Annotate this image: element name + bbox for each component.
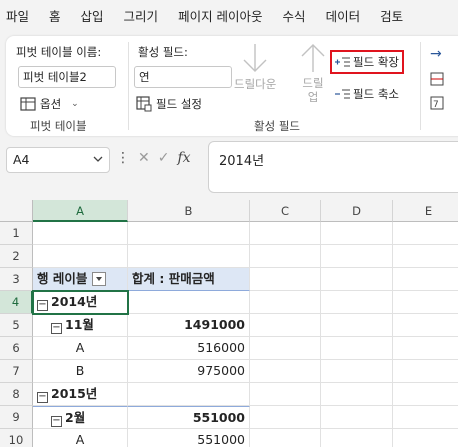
cell[interactable] xyxy=(128,222,250,245)
formula-controls: ⋮ ✕ ✓ fx xyxy=(116,150,191,166)
row-header-4[interactable]: 4 xyxy=(0,291,33,314)
group-separator xyxy=(128,42,129,130)
drill-up-label: 드릴 업 xyxy=(302,76,324,104)
column-header-b[interactable]: B xyxy=(128,200,250,222)
pivot-year-label: 2014년 xyxy=(51,294,98,309)
cell[interactable] xyxy=(33,245,128,268)
collapse-field-icon xyxy=(335,89,350,99)
pivot-value-cell[interactable]: 516000 xyxy=(128,337,250,360)
pivot-row-label-text: 행 레이블 xyxy=(37,271,88,286)
pivot-value-cell[interactable] xyxy=(128,291,250,314)
pivot-value-cell[interactable]: 551000 xyxy=(128,406,250,429)
tab-data[interactable]: 데이터 xyxy=(316,0,371,34)
pivot-row-label-header[interactable]: 행 레이블 xyxy=(33,268,128,291)
row-header-6[interactable]: 6 xyxy=(0,337,33,360)
tab-review[interactable]: 검토 xyxy=(370,0,413,34)
function-icon[interactable]: fx xyxy=(177,150,190,166)
collapse-icon[interactable]: − xyxy=(51,416,62,427)
field-settings-button[interactable]: 필드 설정 xyxy=(136,96,202,112)
cell[interactable] xyxy=(33,222,128,245)
field-settings-icon xyxy=(136,96,152,112)
pivot-month-label: 2월 xyxy=(65,410,86,425)
expand-field-icon xyxy=(335,57,350,67)
select-all-corner[interactable] xyxy=(0,200,33,222)
arrow-down-icon xyxy=(243,44,267,72)
options-button[interactable]: 옵션 ⌄ xyxy=(20,96,79,112)
group-separator xyxy=(420,42,421,130)
row-header-8[interactable]: 8 xyxy=(0,383,33,406)
group-label-active-field: 활성 필드 xyxy=(254,119,300,133)
column-header-a[interactable]: A xyxy=(33,200,128,222)
row-header-2[interactable]: 2 xyxy=(0,245,33,268)
options-label: 옵션 xyxy=(40,97,62,111)
drill-down-button[interactable]: 드릴다운 xyxy=(234,42,276,92)
drill-up-button[interactable]: 드릴 업 xyxy=(298,42,328,104)
row-header-9[interactable]: 9 xyxy=(0,406,33,429)
svg-text:7: 7 xyxy=(433,100,439,110)
chevron-down-icon: ⌄ xyxy=(71,99,79,109)
column-header-e[interactable]: E xyxy=(393,200,458,222)
more-icon: ⋮ xyxy=(116,150,130,166)
pivot-value-cell[interactable]: 1491000 xyxy=(128,314,250,337)
collapse-icon[interactable]: − xyxy=(37,392,48,403)
pivot-item-cell[interactable]: A xyxy=(33,337,128,360)
expand-field-button[interactable]: 필드 확장 xyxy=(330,50,404,74)
filter-dropdown-icon[interactable] xyxy=(92,272,107,286)
chevron-down-icon xyxy=(93,156,103,162)
group-label-pivot-table: 피벗 테이블 xyxy=(30,119,87,133)
column-header-c[interactable]: C xyxy=(250,200,321,222)
active-field-label: 활성 필드: xyxy=(138,45,188,59)
pivot-value-cell[interactable]: 975000 xyxy=(128,360,250,383)
cell[interactable] xyxy=(128,245,250,268)
row-header-7[interactable]: 7 xyxy=(0,360,33,383)
pivot-name-label: 피벗 테이블 이름: xyxy=(16,45,102,59)
enter-icon[interactable]: ✓ xyxy=(158,150,170,166)
row-header-5[interactable]: 5 xyxy=(0,314,33,337)
row-header-10[interactable]: 10 xyxy=(0,429,33,447)
options-icon xyxy=(20,97,36,111)
pivot-year-cell[interactable]: −2015년 xyxy=(33,383,128,406)
tab-page-layout[interactable]: 페이지 레이아웃 xyxy=(168,0,272,34)
row-header-1[interactable]: 1 xyxy=(0,222,33,245)
pivot-value-cell[interactable] xyxy=(128,383,250,406)
column-header-d[interactable]: D xyxy=(321,200,393,222)
arrow-up-icon xyxy=(301,44,325,72)
pivot-year-cell[interactable]: −2014년 xyxy=(33,291,128,314)
ribbon: 피벗 테이블 이름: 피벗 테이블2 옵션 ⌄ 피벗 테이블 활성 필드: 연 … xyxy=(6,36,458,136)
name-box-value: A4 xyxy=(13,152,30,167)
formula-input[interactable]: 2014년 xyxy=(208,141,458,193)
tab-formulas[interactable]: 수식 xyxy=(273,0,316,34)
collapse-field-button[interactable]: 필드 축소 xyxy=(335,86,399,102)
expand-field-label: 필드 확장 xyxy=(353,55,399,69)
field-settings-label: 필드 설정 xyxy=(156,97,202,111)
name-box[interactable]: A4 xyxy=(6,147,110,173)
collapse-field-label: 필드 축소 xyxy=(353,87,399,101)
spreadsheet-grid: A B C D E 1 2 3 4 5 6 7 8 9 10 행 레이블 합계 … xyxy=(0,200,458,447)
cancel-icon[interactable]: ✕ xyxy=(138,150,150,166)
collapse-icon[interactable]: − xyxy=(51,323,62,334)
pivot-item-cell[interactable]: A xyxy=(33,429,128,447)
ungroup-icon[interactable]: 7 xyxy=(430,96,444,110)
menu-bar: 파일 홈 삽입 그리기 페이지 레이아웃 수식 데이터 검토 xyxy=(0,0,458,34)
pivot-year-label: 2015년 xyxy=(51,386,98,401)
drill-down-label: 드릴다운 xyxy=(234,77,277,91)
pivot-value-cell[interactable]: 551000 xyxy=(128,429,250,447)
row-gridlines xyxy=(250,222,458,447)
pivot-value-header[interactable]: 합계 : 판매금액 xyxy=(128,268,250,291)
arrow-right-icon[interactable]: → xyxy=(430,46,442,62)
tab-insert[interactable]: 삽입 xyxy=(71,0,114,34)
tab-file[interactable]: 파일 xyxy=(0,0,39,34)
pivot-name-input[interactable]: 피벗 테이블2 xyxy=(18,66,116,88)
pivot-month-cell[interactable]: −11월 xyxy=(33,314,128,337)
pivot-month-cell[interactable]: −2월 xyxy=(33,406,128,429)
group-selection-icon[interactable] xyxy=(430,72,444,86)
collapse-icon[interactable]: − xyxy=(37,300,48,311)
tab-home[interactable]: 홈 xyxy=(39,0,71,34)
active-field-input[interactable]: 연 xyxy=(134,66,232,88)
pivot-month-label: 11월 xyxy=(65,317,94,332)
tab-draw[interactable]: 그리기 xyxy=(114,0,169,34)
pivot-item-cell[interactable]: B xyxy=(33,360,128,383)
row-header-3[interactable]: 3 xyxy=(0,268,33,291)
